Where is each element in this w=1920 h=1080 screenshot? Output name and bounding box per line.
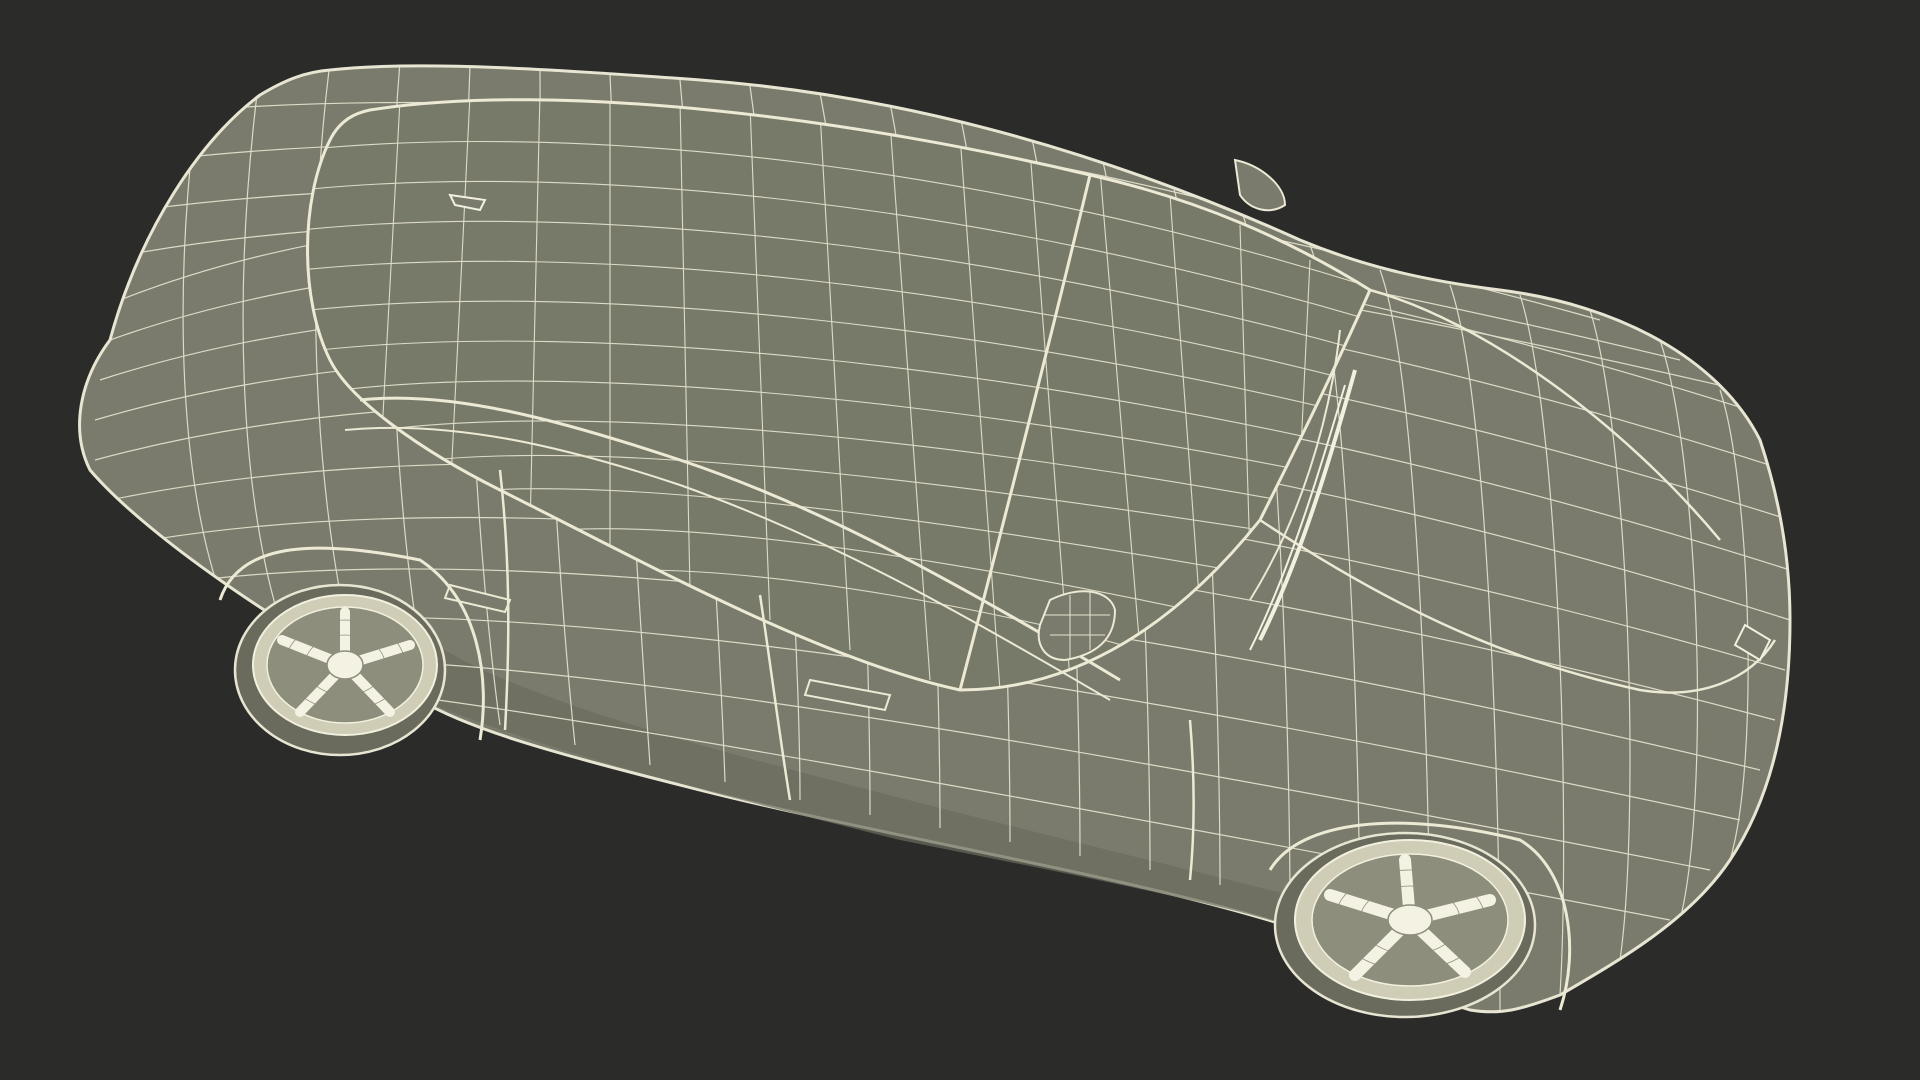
side-mirror-far xyxy=(1233,158,1287,212)
render-viewport xyxy=(0,0,1920,1080)
front-wheel xyxy=(1273,831,1537,1019)
car-wireframe-render xyxy=(78,64,1792,1019)
rear-wheel xyxy=(233,583,447,757)
